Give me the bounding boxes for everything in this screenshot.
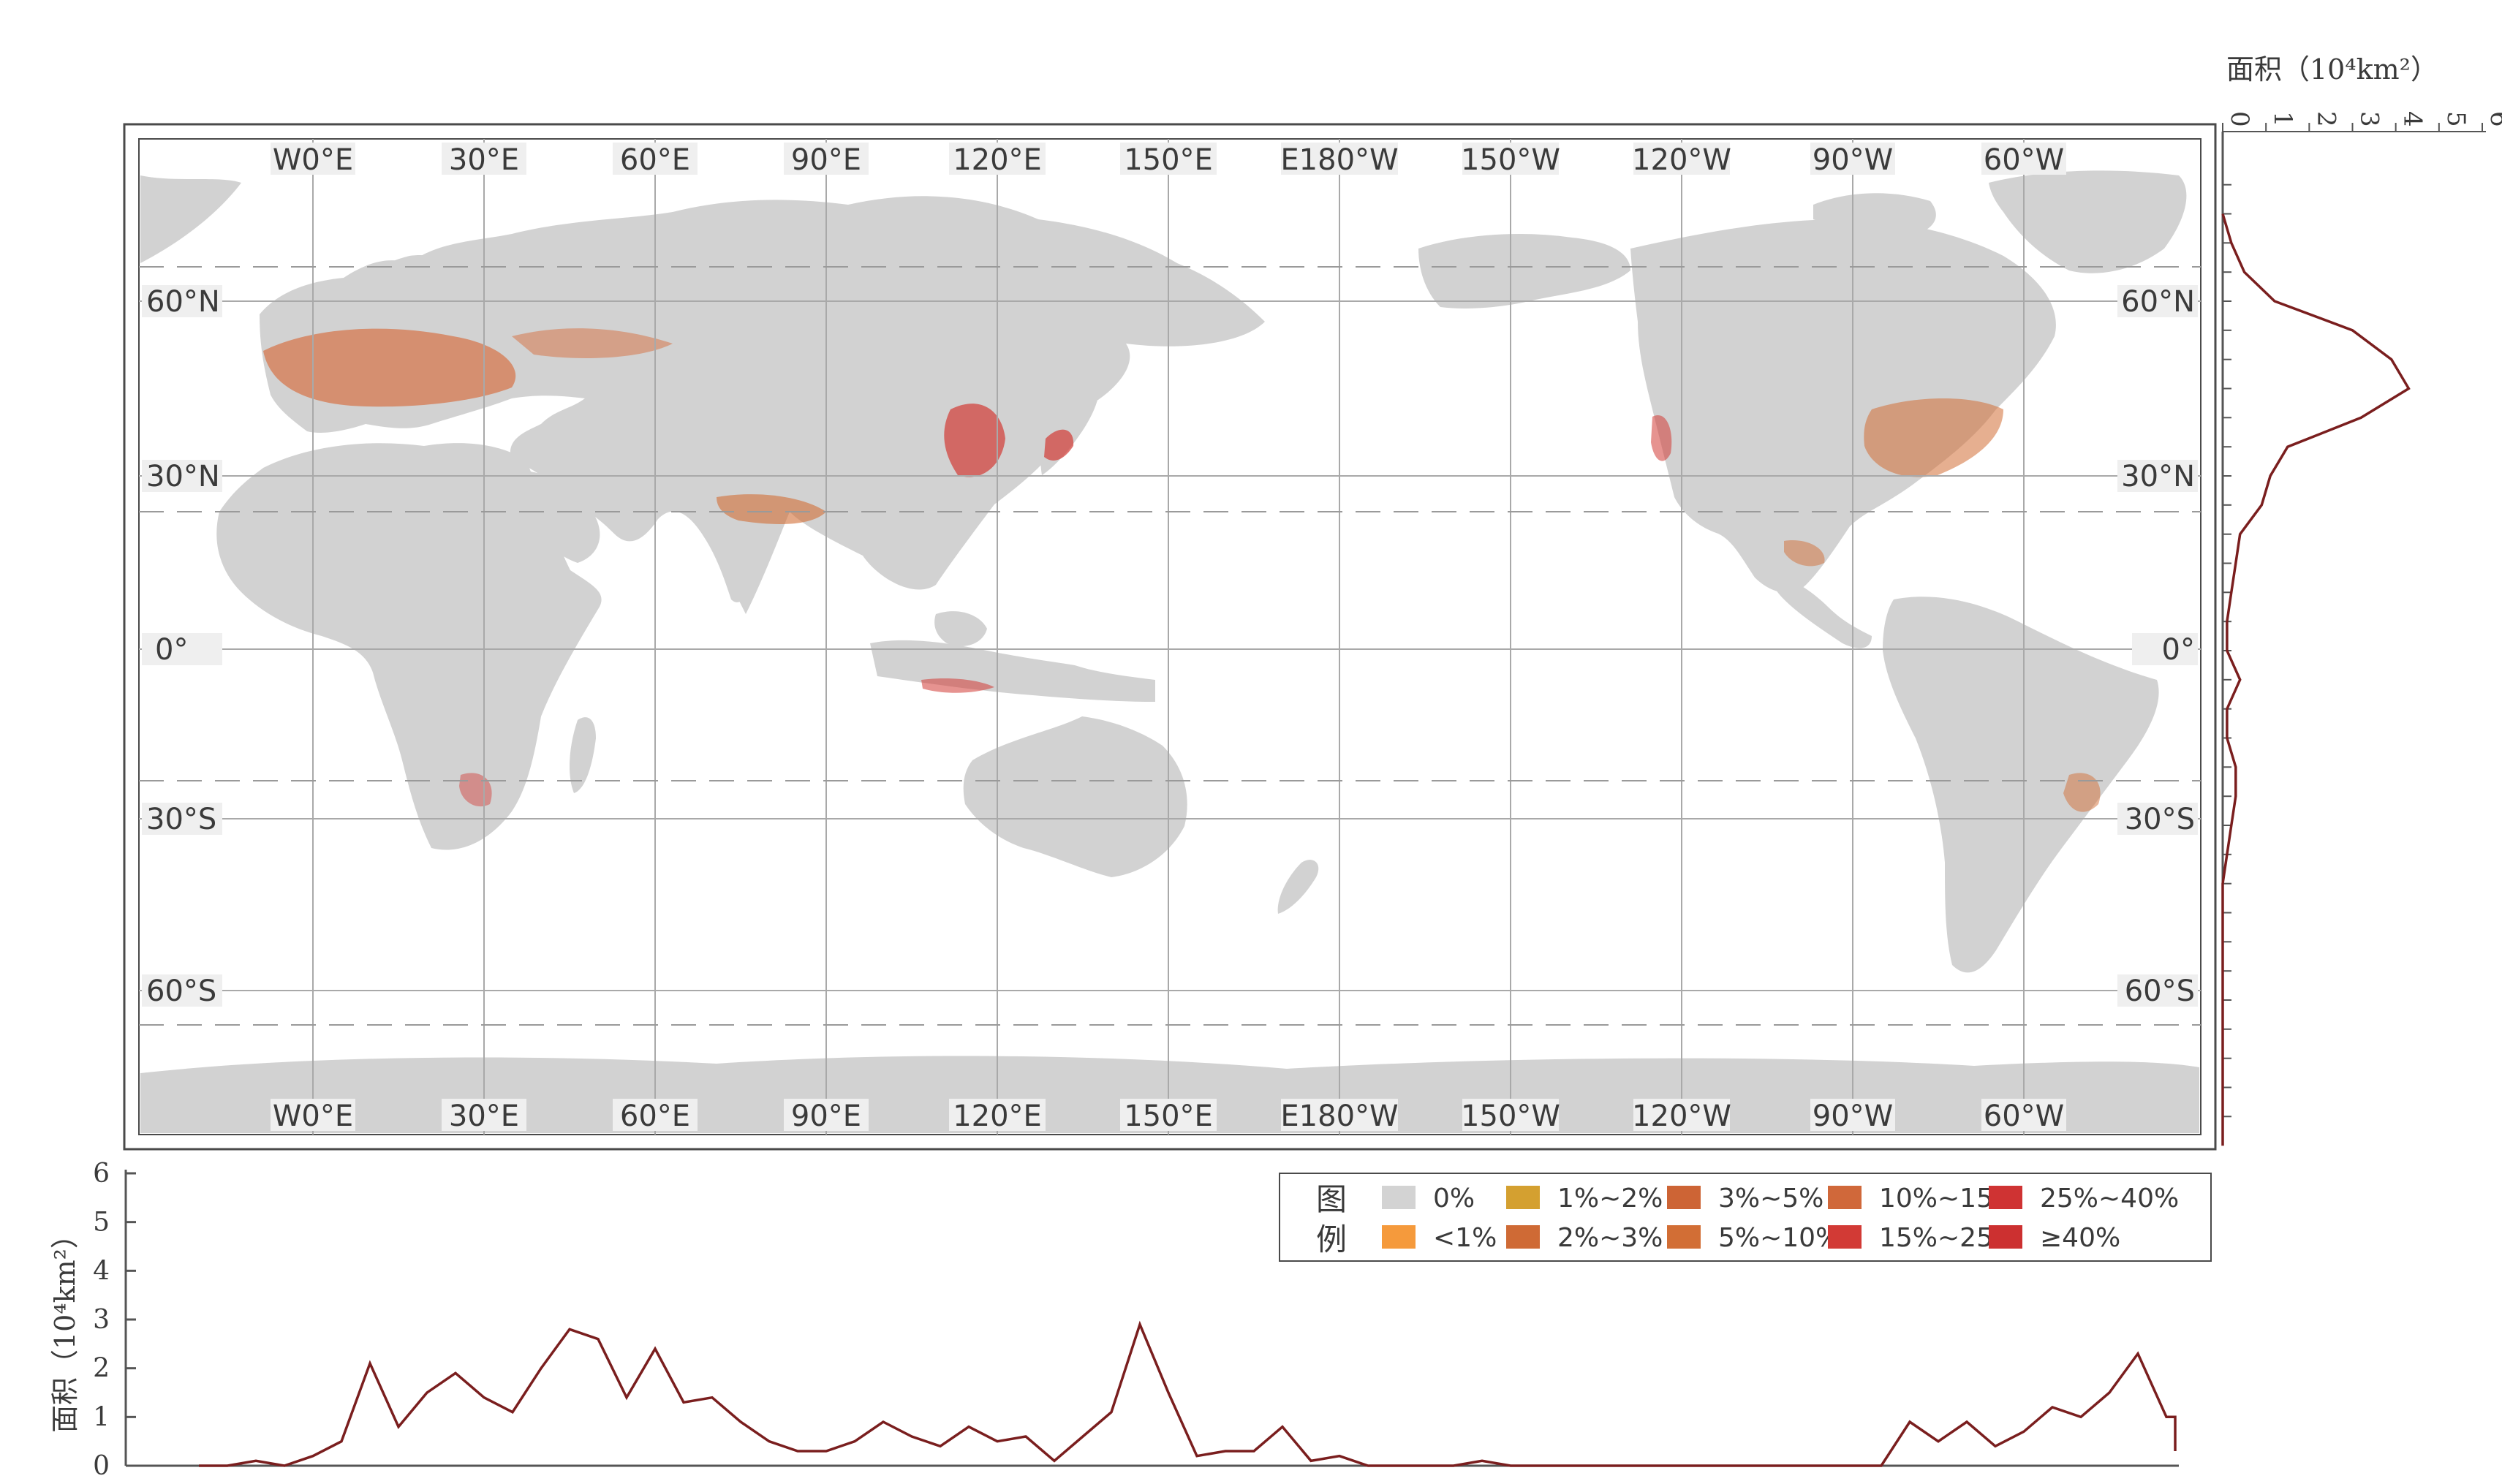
- bottom-axis-tick-label: 0: [93, 1451, 110, 1481]
- legend-swatch: [1989, 1225, 2022, 1249]
- lon-label-top: 120°E: [953, 143, 1042, 177]
- lon-label-top: 90°E: [791, 143, 861, 177]
- lat-label-left: 30°N: [146, 460, 220, 493]
- lon-label-top: W0°E: [273, 143, 353, 177]
- legend-label: 3%~5%: [1718, 1184, 1823, 1214]
- lat-label-right: 60°N: [2121, 285, 2195, 319]
- bottom-axis-tick-label: 3: [93, 1305, 110, 1335]
- lat-label-right: 30°N: [2121, 460, 2195, 493]
- lon-label-top: 120°W: [1632, 143, 1731, 177]
- bottom-axis-tick-label: 6: [93, 1159, 110, 1189]
- lat-label-left: 0°: [155, 633, 188, 667]
- bottom-axis-tick-label: 4: [93, 1256, 110, 1286]
- legend-swatch: [1989, 1186, 2022, 1209]
- right-axis-tick-label: 4: [2398, 111, 2427, 127]
- lon-label-top: 150°W: [1461, 143, 1560, 177]
- legend-label: <1%: [1433, 1223, 1497, 1253]
- map-panel: W0°E 30°E 60°E 90°E 120°E 150°E E180°W 1…: [123, 123, 2217, 1151]
- bottom-axis-tick-label: 2: [93, 1354, 110, 1384]
- lat-label-left: 30°S: [146, 803, 216, 836]
- legend-label: 5%~10%: [1718, 1223, 1840, 1253]
- bottom-axis-tick-label: 1: [93, 1402, 110, 1432]
- lon-label-top: 60°W: [1984, 143, 2064, 177]
- legend-swatch: [1506, 1225, 1540, 1249]
- right-axis-tick-label: 1: [2268, 111, 2297, 127]
- lon-label-top: 30°E: [449, 143, 519, 177]
- legend: 图 例 0%<1%1%~2%2%~3%3%~5%5%~10%10%~15%15%…: [1279, 1173, 2212, 1262]
- legend-label: 25%~40%: [2040, 1184, 2179, 1214]
- right-axis-tick-label: 2: [2311, 111, 2340, 127]
- lon-label-bottom: 60°E: [620, 1099, 690, 1133]
- lon-label-bottom: 150°E: [1124, 1099, 1213, 1133]
- lon-label-bottom: 120°E: [953, 1099, 1042, 1133]
- right-axis-tick-label: 5: [2441, 111, 2471, 127]
- lon-label-bottom: 30°E: [449, 1099, 519, 1133]
- legend-title-top: 图: [1316, 1181, 1347, 1217]
- right-axis-tick-label: 0: [2225, 111, 2254, 127]
- legend-label: 2%~3%: [1557, 1223, 1663, 1253]
- lon-label-bottom: 90°E: [791, 1099, 861, 1133]
- right-axis-tick-label: 3: [2355, 111, 2384, 127]
- lon-label-bottom: W0°E: [273, 1099, 353, 1133]
- bottom-axis-tick-label: 5: [93, 1208, 110, 1238]
- lon-label-top: 60°E: [620, 143, 690, 177]
- lon-label-bottom: 90°W: [1813, 1099, 1893, 1133]
- legend-swatch: [1667, 1186, 1701, 1209]
- lon-label-top: E180°W: [1280, 143, 1398, 177]
- legend-swatch: [1506, 1186, 1540, 1209]
- lon-label-bottom: 150°W: [1461, 1099, 1560, 1133]
- bottom-axis-title: 面积（10⁴km²）: [49, 1221, 81, 1433]
- legend-title-bottom: 例: [1316, 1222, 1347, 1257]
- lat-label-left: 60°S: [146, 974, 216, 1008]
- legend-swatch: [1828, 1186, 1862, 1209]
- right-axis-title: 面积（10⁴km²）: [2226, 53, 2438, 86]
- map-figure: W0°E 30°E 60°E 90°E 120°E 150°E E180°W 1…: [0, 0, 2502, 1484]
- lon-label-top: 150°E: [1124, 143, 1213, 177]
- legend-label: 1%~2%: [1557, 1184, 1663, 1214]
- legend-label: ≥40%: [2040, 1223, 2120, 1253]
- lon-label-bottom: E180°W: [1280, 1099, 1398, 1133]
- legend-swatch: [1828, 1225, 1862, 1249]
- legend-swatch: [1382, 1186, 1416, 1209]
- right-axis-tick-label: 6: [2484, 111, 2502, 127]
- lat-label-right: 0°: [2162, 633, 2195, 667]
- legend-swatch: [1667, 1225, 1701, 1249]
- lat-label-right: 30°S: [2125, 803, 2195, 836]
- lat-label-right: 60°S: [2125, 974, 2195, 1008]
- legend-swatch: [1382, 1225, 1416, 1249]
- legend-label: 0%: [1433, 1184, 1475, 1214]
- lon-label-bottom: 60°W: [1984, 1099, 2064, 1133]
- lon-label-bottom: 120°W: [1632, 1099, 1731, 1133]
- lon-label-top: 90°W: [1813, 143, 1893, 177]
- lat-label-left: 60°N: [146, 285, 220, 319]
